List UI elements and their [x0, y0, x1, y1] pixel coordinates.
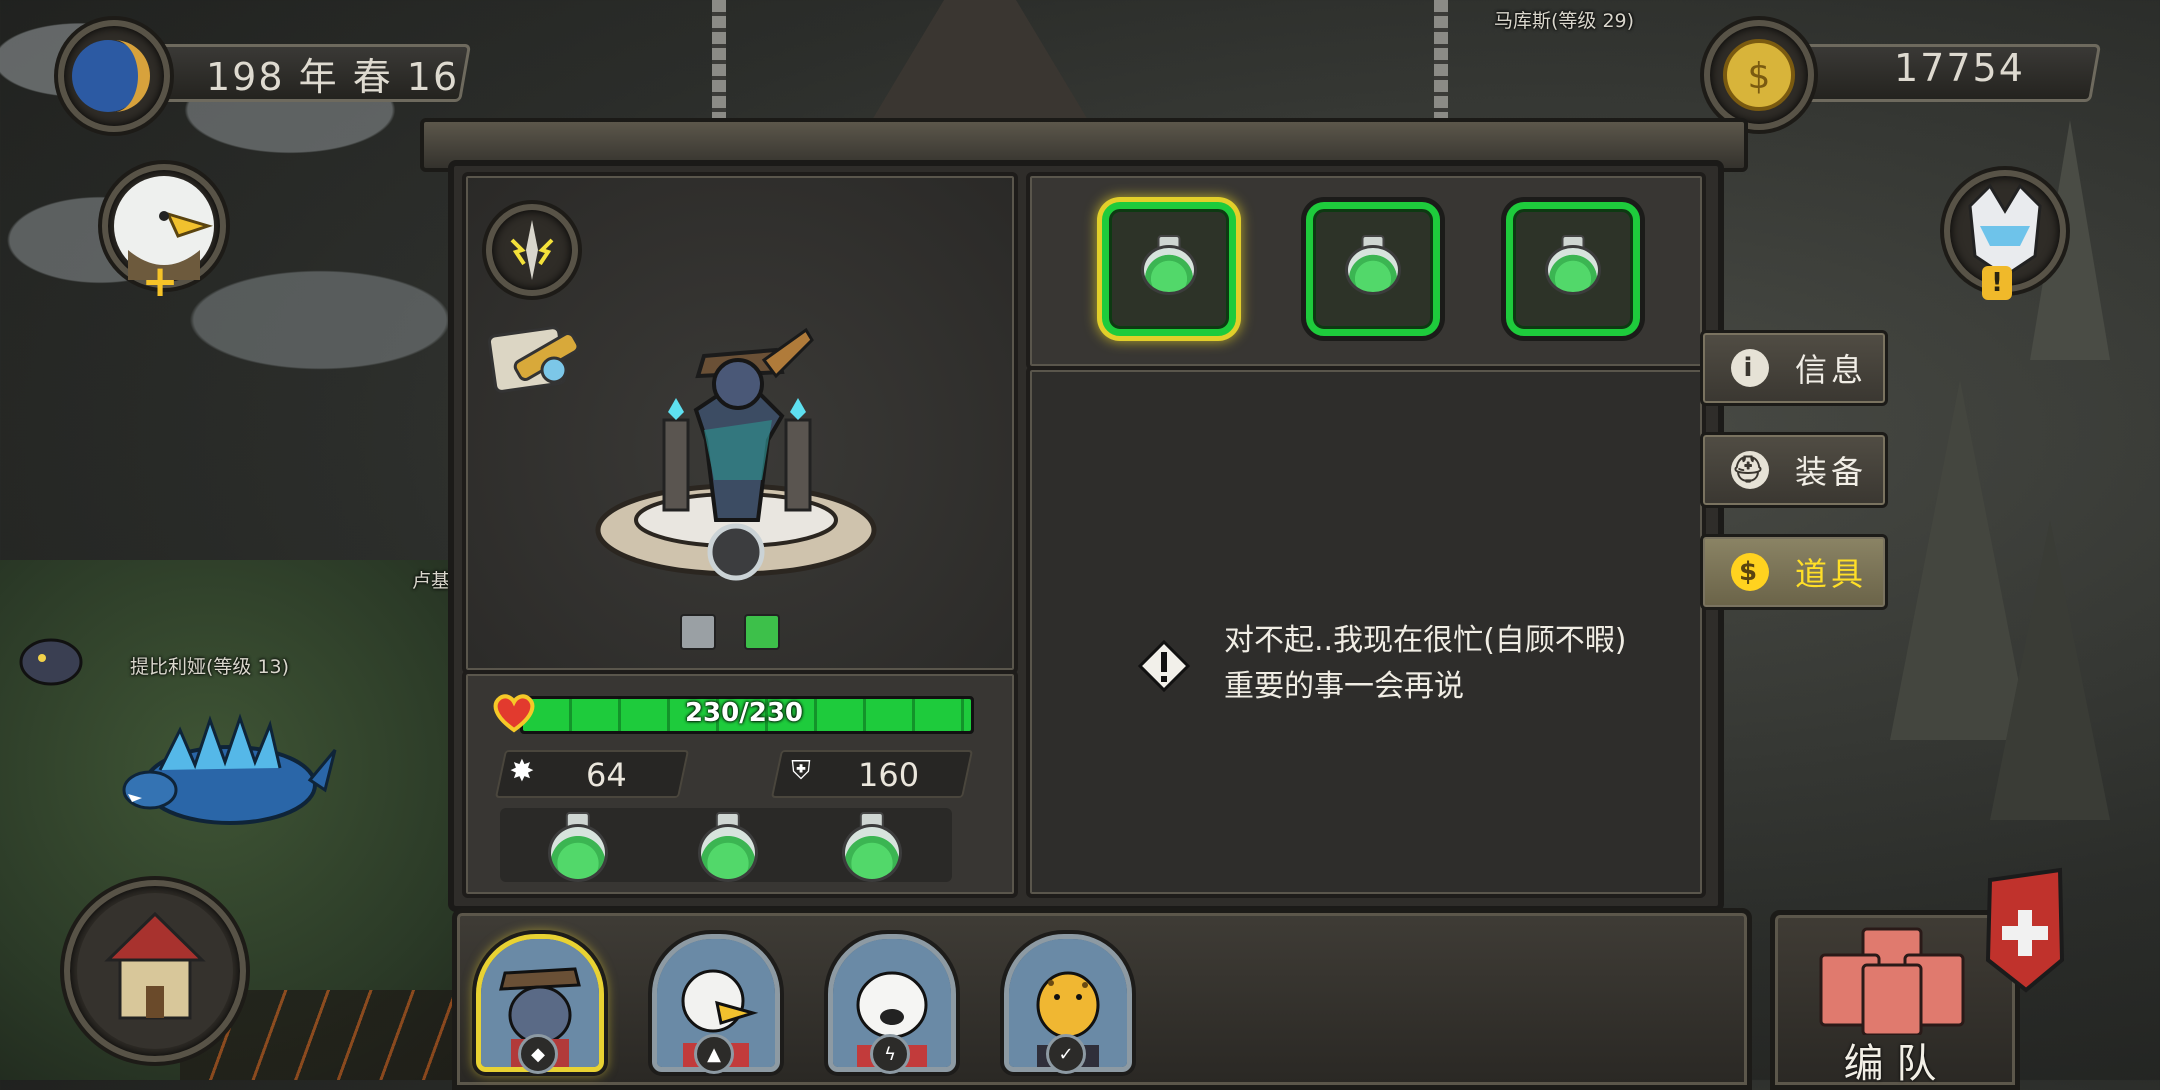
- hanging-chain: [1434, 0, 1448, 120]
- potion-icon[interactable]: [842, 812, 902, 882]
- game-date: 198 年 春 16: [206, 55, 460, 99]
- potion-icon[interactable]: [548, 812, 608, 882]
- potion-icon: [1141, 235, 1197, 295]
- defense-value: 160: [858, 756, 920, 794]
- potion-icon: [1345, 235, 1401, 295]
- lightning-sword-icon: [510, 220, 554, 280]
- hp-text: 230/230: [684, 698, 804, 728]
- item-slot-2[interactable]: [1306, 202, 1440, 336]
- alert-icon[interactable]: !: [1982, 266, 2012, 300]
- hero-character-model[interactable]: [586, 320, 886, 590]
- formation-label: 编 队: [1843, 1041, 1937, 1087]
- rock-spire: [1990, 520, 2110, 820]
- banner-icon: [1985, 867, 2065, 993]
- tab-items[interactable]: $ 道具: [1700, 534, 1888, 610]
- defense-icon: ⛨: [791, 756, 811, 786]
- telescope-map-icon[interactable]: [484, 318, 584, 402]
- gold-amount: 17754: [1894, 46, 2025, 90]
- attack-icon: ✸: [509, 754, 535, 789]
- potion-icon[interactable]: [698, 812, 758, 882]
- pouch-icon: $: [1731, 553, 1769, 591]
- house-icon: [77, 893, 233, 1049]
- skill-badge: ▲: [694, 1034, 734, 1074]
- npc-label-tibilia[interactable]: 提比利娅(等级 13): [130, 652, 289, 679]
- attack-value: 64: [586, 756, 627, 794]
- season-emblem[interactable]: [58, 20, 170, 132]
- svg-text:$: $: [1748, 56, 1771, 97]
- item-slot-3[interactable]: [1506, 202, 1640, 336]
- tab-info-label: 信息: [1795, 351, 1868, 389]
- info-icon: i: [1731, 349, 1769, 387]
- npc-label-markus[interactable]: 马库斯(等级 29): [1494, 6, 1634, 33]
- moon-sun-icon: [72, 40, 150, 112]
- gold-coin-emblem[interactable]: $: [1704, 20, 1814, 130]
- potion-icon: [1545, 235, 1601, 295]
- coin-icon: $: [1723, 39, 1795, 111]
- shield-buff-icon[interactable]: [680, 614, 716, 650]
- warning-icon: [1137, 639, 1191, 693]
- gear-buff-icon[interactable]: [744, 614, 780, 650]
- guild-flag[interactable]: [1970, 860, 2080, 1010]
- class-emblem[interactable]: [486, 204, 578, 296]
- item-slot-1[interactable]: [1102, 202, 1236, 336]
- skill-badge: ϟ: [870, 1034, 910, 1074]
- rank-up-icon[interactable]: +: [140, 260, 180, 304]
- hanging-chain: [712, 0, 726, 120]
- skill-badge: ✓: [1046, 1034, 1086, 1074]
- tab-equipment-label: 装备: [1795, 453, 1868, 491]
- helmet-icon: ⛑: [1731, 451, 1769, 489]
- formation-icon: [1819, 927, 1965, 1035]
- tab-items-label: 道具: [1795, 555, 1868, 593]
- tab-equipment[interactable]: ⛑ 装备: [1700, 432, 1888, 508]
- blue-dragon-creature[interactable]: [120, 690, 340, 840]
- tab-info[interactable]: i 信息: [1700, 330, 1888, 406]
- town-button[interactable]: [64, 880, 246, 1062]
- skill-badge: ◆: [518, 1034, 558, 1074]
- item-message: 对不起..我现在很忙(自顾不暇)重要的事一会再说: [1224, 623, 1627, 704]
- rock-golem-creature[interactable]: [16, 628, 86, 688]
